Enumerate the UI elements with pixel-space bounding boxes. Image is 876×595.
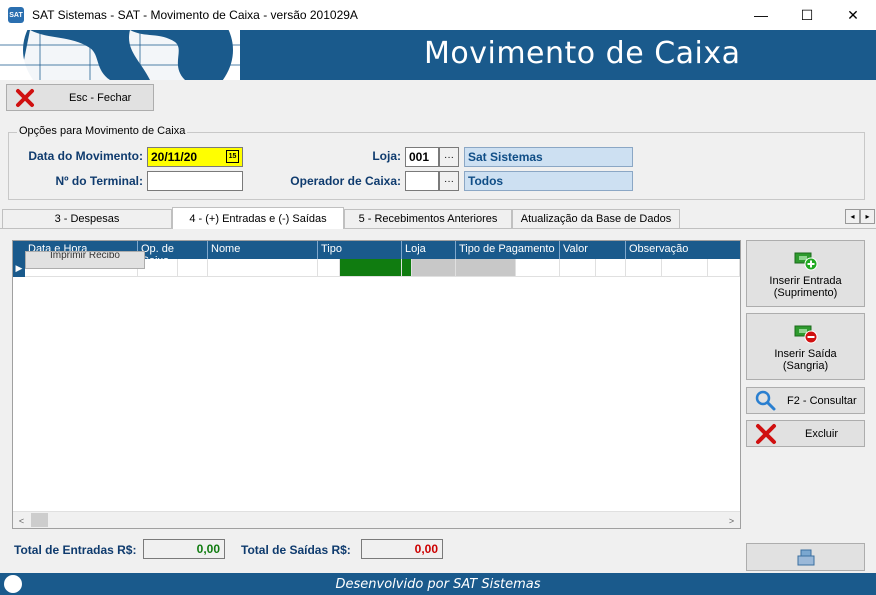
globe-icon xyxy=(4,575,22,593)
col-type[interactable]: Tipo xyxy=(318,241,402,259)
terminal-field[interactable] xyxy=(147,171,243,191)
tab-bar: 3 - Despesas 4 - (+) Entradas e (-) Saíd… xyxy=(0,207,876,229)
window-controls: — ☐ ✕ xyxy=(738,0,876,30)
row-indicator: ▶ xyxy=(13,259,25,277)
operator-lookup-button[interactable]: ··· xyxy=(439,171,459,191)
date-value: 20/11/20 xyxy=(151,150,198,164)
window-title: SAT Sistemas - SAT - Movimento de Caixa … xyxy=(32,8,358,22)
total-exits-label: Total de Saídas R$: xyxy=(241,543,351,557)
close-button[interactable]: Esc - Fechar xyxy=(6,84,154,111)
insert-exit-label-1: Inserir Saída xyxy=(774,348,837,360)
calendar-icon[interactable]: 15 xyxy=(226,150,239,163)
tab-previous-receipts[interactable]: 5 - Recebimentos Anteriores xyxy=(344,209,512,228)
movement-options-group: Opções para Movimento de Caixa Data do M… xyxy=(8,125,865,200)
delete-label: Excluir xyxy=(805,427,839,440)
store-label: Loja: xyxy=(372,149,401,163)
date-field[interactable]: 20/11/20 15 xyxy=(147,147,243,167)
cash-minus-icon xyxy=(794,325,817,344)
tab-scroll-right[interactable]: ▸ xyxy=(860,209,875,224)
app-icon: SAT xyxy=(8,7,24,23)
col-store[interactable]: Loja xyxy=(402,241,456,259)
col-name[interactable]: Nome xyxy=(208,241,318,259)
total-entries-value: 0,00 xyxy=(143,539,225,559)
header-banner: Movimento de Caixa xyxy=(0,30,876,80)
toolbar: Esc - Fechar xyxy=(0,80,876,118)
col-observation[interactable]: Observação xyxy=(626,241,740,259)
footer-text: Desenvolvido por SAT Sistemas xyxy=(335,576,541,592)
magnifier-icon xyxy=(755,390,776,410)
total-entries-label: Total de Entradas R$: xyxy=(14,543,137,557)
horizontal-scrollbar[interactable]: < > xyxy=(13,511,740,528)
operator-code-field[interactable] xyxy=(405,171,439,191)
store-code-field[interactable]: 001 xyxy=(405,147,439,167)
close-icon xyxy=(13,86,37,110)
title-bar: SAT SAT Sistemas - SAT - Movimento de Ca… xyxy=(0,0,876,30)
store-name-field: Sat Sistemas xyxy=(464,147,633,167)
insert-entry-label-2: (Suprimento) xyxy=(773,287,838,299)
insert-entry-button[interactable]: Inserir Entrada (Suprimento) xyxy=(746,240,865,307)
maximize-button[interactable]: ☐ xyxy=(784,0,830,30)
insert-exit-button[interactable]: Inserir Saída (Sangria) xyxy=(746,313,865,380)
scroll-left-arrow[interactable]: < xyxy=(13,512,30,529)
operator-label: Operador de Caixa: xyxy=(290,174,401,188)
consult-label: F2 - Consultar xyxy=(787,394,857,407)
insert-entry-label-1: Inserir Entrada xyxy=(769,275,842,287)
close-window-button[interactable]: ✕ xyxy=(830,0,876,30)
print-receipt-button[interactable]: Imprimir Recibo xyxy=(25,251,145,269)
delete-icon xyxy=(756,423,776,444)
store-lookup-button[interactable]: ··· xyxy=(439,147,459,167)
delete-button[interactable]: Excluir xyxy=(746,420,865,447)
movements-grid[interactable]: Data e Hora Op. de Caixa Nome Tipo Loja … xyxy=(12,240,741,529)
consult-button[interactable]: F2 - Consultar xyxy=(746,387,865,414)
tab-entries-exits[interactable]: 4 - (+) Entradas e (-) Saídas xyxy=(172,207,344,229)
cash-plus-icon xyxy=(794,252,817,271)
col-payment-type[interactable]: Tipo de Pagamento xyxy=(456,241,560,259)
insert-exit-label-2: (Sangria) xyxy=(782,360,829,372)
tab-expenses[interactable]: 3 - Despesas xyxy=(2,209,172,228)
footer-bar: Desenvolvido por SAT Sistemas xyxy=(0,573,876,595)
tab-scroll-left[interactable]: ◂ xyxy=(845,209,860,224)
group-title: Opções para Movimento de Caixa xyxy=(17,125,188,137)
printer-icon xyxy=(797,549,814,566)
type-color-cell xyxy=(340,259,402,277)
total-exits-value: 0,00 xyxy=(361,539,443,559)
scroll-right-arrow[interactable]: > xyxy=(723,512,740,529)
partial-button[interactable] xyxy=(746,543,865,571)
col-cashier-op[interactable]: Op. de Caixa xyxy=(138,241,208,267)
col-value[interactable]: Valor xyxy=(560,241,626,259)
operator-name-field: Todos xyxy=(464,171,633,191)
terminal-label: Nº do Terminal: xyxy=(55,174,144,188)
banner-title: Movimento de Caixa xyxy=(424,36,741,71)
scroll-thumb[interactable] xyxy=(31,513,48,527)
minimize-button[interactable]: — xyxy=(738,0,784,30)
tab-database-update[interactable]: Atualização da Base de Dados xyxy=(512,209,680,228)
globe-logo xyxy=(0,30,240,80)
close-button-label: Esc - Fechar xyxy=(69,91,132,104)
date-label: Data do Movimento: xyxy=(28,149,143,163)
